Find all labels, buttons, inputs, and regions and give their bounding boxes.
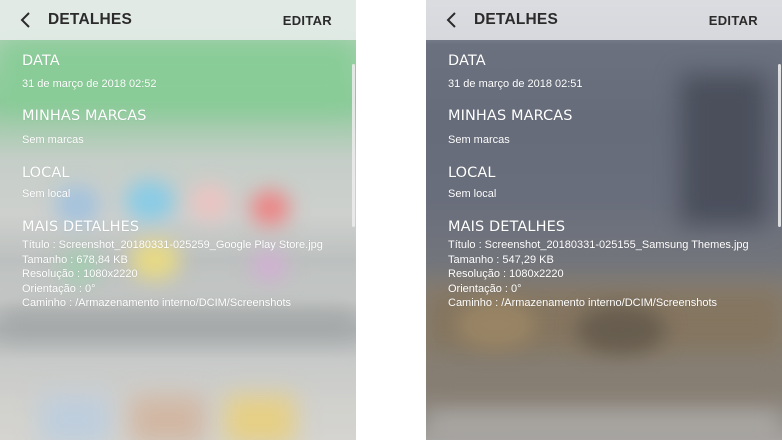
- tags-value: Sem marcas: [22, 134, 84, 146]
- detail-title-line: Título : Screenshot_20180331-025155_Sams…: [448, 239, 749, 251]
- chevron-left-icon[interactable]: [18, 10, 36, 30]
- scrollbar[interactable]: [352, 64, 355, 227]
- location-heading: LOCAL: [22, 165, 70, 181]
- page-title: DETALHES: [48, 11, 132, 28]
- date-value: 31 de março de 2018 02:51: [448, 78, 583, 90]
- detail-orientation-line: Orientação : 0°: [448, 282, 522, 295]
- detail-path-line: Caminho : /Armazenamento interno/DCIM/Sc…: [22, 297, 292, 309]
- tags-heading: MINHAS MARCAS: [448, 108, 573, 124]
- detail-orientation-line: Orientação : 0°: [22, 282, 96, 295]
- date-heading: DATA: [22, 53, 60, 69]
- scrollbar[interactable]: [778, 64, 781, 227]
- details-screen-right: DETALHES EDITAR DATA 31 de março de 2018…: [426, 0, 782, 440]
- app-bar: DETALHES EDITAR: [426, 0, 782, 40]
- location-heading: LOCAL: [448, 165, 496, 181]
- date-value: 31 de março de 2018 02:52: [22, 78, 157, 90]
- detail-resolution-line: Resolução : 1080x2220: [448, 268, 564, 280]
- details-screen-left: DETALHES EDITAR DATA 31 de março de 2018…: [0, 0, 356, 440]
- location-value: Sem local: [448, 188, 497, 200]
- detail-title-line: Título : Screenshot_20180331-025259_Goog…: [22, 239, 323, 251]
- page-title: DETALHES: [474, 11, 558, 28]
- more-details-list: Título : Screenshot_20180331-025259_Goog…: [22, 238, 323, 311]
- comparison-stage: DETALHES EDITAR DATA 31 de março de 2018…: [0, 0, 782, 440]
- more-details-heading: MAIS DETALHES: [22, 219, 140, 235]
- detail-size-line: Tamanho : 678,84 KB: [22, 253, 128, 266]
- more-details-heading: MAIS DETALHES: [448, 219, 566, 235]
- detail-path-line: Caminho : /Armazenamento interno/DCIM/Sc…: [448, 297, 718, 309]
- detail-resolution-line: Resolução : 1080x2220: [22, 268, 138, 280]
- edit-button[interactable]: EDITAR: [709, 13, 758, 28]
- tags-value: Sem marcas: [448, 134, 510, 146]
- edit-button[interactable]: EDITAR: [283, 13, 332, 28]
- chevron-left-icon[interactable]: [444, 10, 462, 30]
- app-bar: DETALHES EDITAR: [0, 0, 356, 40]
- date-heading: DATA: [448, 53, 486, 69]
- detail-size-line: Tamanho : 547,29 KB: [448, 253, 554, 266]
- tags-heading: MINHAS MARCAS: [22, 108, 147, 124]
- location-value: Sem local: [22, 188, 71, 200]
- more-details-list: Título : Screenshot_20180331-025155_Sams…: [448, 238, 749, 311]
